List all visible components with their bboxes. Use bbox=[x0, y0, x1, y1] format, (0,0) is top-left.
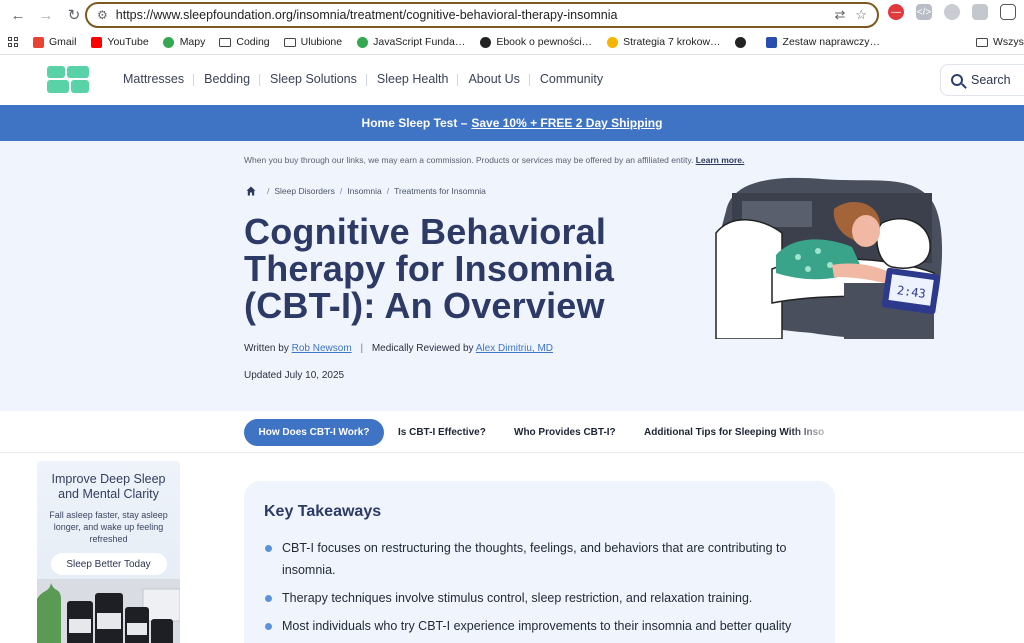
tab-how-does-cbti-work[interactable]: How Does CBT-I Work? bbox=[244, 419, 384, 446]
maps-icon bbox=[163, 36, 175, 48]
bookmark-label: Mapy bbox=[179, 36, 206, 48]
nav-mattresses[interactable]: Mattresses bbox=[123, 72, 204, 86]
youtube-icon bbox=[90, 36, 102, 48]
page-title: Cognitive Behavioral Therapy for Insomni… bbox=[244, 211, 615, 326]
breadcrumb: / Sleep Disorders / Insomnia / Treatment… bbox=[246, 186, 486, 196]
article-content: Improve Deep Sleep and Mental Clarity Fa… bbox=[0, 453, 1024, 643]
nav-community[interactable]: Community bbox=[540, 72, 623, 86]
key-takeaways-list: CBT-I focuses on restructuring the thoug… bbox=[264, 537, 815, 637]
bookmark-item[interactable]: Coding bbox=[219, 36, 270, 48]
main-nav: Mattresses Bedding Sleep Solutions Sleep… bbox=[123, 72, 623, 86]
ad-subtitle: Fall asleep faster, stay asleep longer, … bbox=[49, 510, 168, 544]
extensions-area: — </> bbox=[888, 4, 1016, 20]
promo-banner: Home Sleep Test – Save 10% + FREE 2 Day … bbox=[0, 105, 1024, 141]
nav-bedding[interactable]: Bedding bbox=[204, 72, 270, 86]
folder-icon bbox=[976, 37, 988, 47]
promo-link[interactable]: Save 10% + FREE 2 Day Shipping bbox=[471, 116, 662, 130]
key-takeaways-box: Key Takeaways CBT-I focuses on restructu… bbox=[244, 481, 835, 643]
bookmark-item[interactable]: YouTube bbox=[90, 36, 149, 48]
bookmark-star-icon[interactable]: ☆ bbox=[855, 7, 867, 23]
list-item: CBT-I focuses on restructuring the thoug… bbox=[264, 537, 815, 581]
tab-who-provides-cbti[interactable]: Who Provides CBT-I? bbox=[514, 427, 616, 438]
reviewer-link[interactable]: Alex Dimitriu, MD bbox=[476, 343, 553, 354]
bookmark-label: Zestaw naprawczy… bbox=[782, 36, 880, 48]
folder-icon bbox=[283, 37, 296, 48]
extension-code-icon[interactable]: </> bbox=[916, 4, 932, 20]
sidebar-ad[interactable]: Improve Deep Sleep and Mental Clarity Fa… bbox=[37, 461, 180, 643]
bookmark-label: Strategia 7 krokow… bbox=[623, 36, 721, 48]
home-icon[interactable] bbox=[246, 186, 256, 196]
back-arrow-icon[interactable]: ← bbox=[6, 3, 30, 27]
translate-icon[interactable]: ⇄ bbox=[834, 7, 845, 23]
bookmark-label: Gmail bbox=[49, 36, 77, 48]
breadcrumb-sleep-disorders[interactable]: Sleep Disorders bbox=[274, 186, 334, 196]
extension-camera-icon[interactable] bbox=[972, 4, 988, 20]
sleeping-woman-illustration: 2:43 bbox=[715, 177, 943, 339]
byline: Written by Rob Newsom | Medically Review… bbox=[244, 343, 554, 354]
folder-icon bbox=[219, 37, 232, 48]
bookmark-item[interactable]: JavaScript Funda… bbox=[356, 36, 465, 48]
supplement-bottles-image bbox=[37, 579, 180, 643]
author-link[interactable]: Rob Newsom bbox=[292, 343, 352, 354]
nav-sleep-solutions[interactable]: Sleep Solutions bbox=[270, 72, 377, 86]
openai-icon bbox=[735, 36, 747, 48]
extensions-puzzle-icon[interactable] bbox=[1000, 4, 1016, 20]
breadcrumb-insomnia[interactable]: Insomnia bbox=[347, 186, 382, 196]
bookmark-label: Coding bbox=[236, 36, 270, 48]
reload-icon[interactable]: ↻ bbox=[62, 3, 86, 27]
site-info-icon[interactable]: ⚙ bbox=[97, 8, 108, 22]
sleep-better-button[interactable]: Sleep Better Today bbox=[50, 553, 167, 575]
list-item: Most individuals who try CBT-I experienc… bbox=[264, 615, 815, 637]
affiliate-disclosure: When you buy through our links, we may e… bbox=[244, 155, 745, 165]
updated-date: Updated July 10, 2025 bbox=[244, 370, 345, 381]
bookmark-label: Ebook o pewności… bbox=[496, 36, 593, 48]
ad-title: Improve Deep Sleep and Mental Clarity bbox=[51, 472, 166, 501]
section-tabs: How Does CBT-I Work? Is CBT-I Effective?… bbox=[0, 411, 1024, 453]
coin-icon bbox=[606, 36, 618, 48]
bookmark-item[interactable]: Gmail bbox=[32, 36, 76, 48]
apps-grid-icon[interactable] bbox=[8, 37, 18, 47]
bookmark-label: JavaScript Funda… bbox=[373, 36, 466, 48]
search-icon bbox=[951, 74, 963, 86]
key-takeaways-heading: Key Takeaways bbox=[264, 503, 382, 520]
openai-icon bbox=[479, 36, 491, 48]
tab-is-cbti-effective[interactable]: Is CBT-I Effective? bbox=[398, 427, 486, 438]
extension-chat-icon[interactable] bbox=[944, 4, 960, 20]
bk-icon bbox=[766, 36, 778, 48]
bookmark-folder-all[interactable]: Wszystk bbox=[976, 36, 1024, 48]
breadcrumb-treatments[interactable]: Treatments for Insomnia bbox=[394, 186, 486, 196]
nav-about-us[interactable]: About Us bbox=[468, 72, 539, 86]
bookmark-item[interactable] bbox=[735, 36, 752, 48]
address-url[interactable]: https://www.sleepfoundation.org/insomnia… bbox=[116, 8, 825, 22]
bookmark-label: Ulubione bbox=[300, 36, 343, 48]
address-bar[interactable]: ⚙ https://www.sleepfoundation.org/insomn… bbox=[85, 2, 879, 28]
nav-sleep-health[interactable]: Sleep Health bbox=[377, 72, 469, 86]
bookmark-item[interactable]: Ebook o pewności… bbox=[479, 36, 592, 48]
bookmarks-bar: Gmail YouTube Mapy Coding Ulubione JavaScript… bbox=[0, 30, 1024, 55]
learn-more-link[interactable]: Learn more. bbox=[696, 155, 745, 165]
globe-icon bbox=[356, 36, 368, 48]
bookmark-item[interactable]: Mapy bbox=[163, 36, 206, 48]
gmail-icon bbox=[32, 36, 44, 48]
sleep-foundation-logo[interactable] bbox=[47, 66, 89, 94]
list-item: Therapy techniques involve stimulus cont… bbox=[264, 587, 815, 609]
browser-toolbar: ← → ↻ ⚙ https://www.sleepfoundation.org/… bbox=[0, 0, 1024, 30]
bookmark-item[interactable]: Strategia 7 krokow… bbox=[606, 36, 721, 48]
article-hero: When you buy through our links, we may e… bbox=[0, 141, 1024, 411]
bookmark-label: YouTube bbox=[107, 36, 149, 48]
search-button[interactable]: Search bbox=[940, 64, 1024, 96]
site-header: Mattresses Bedding Sleep Solutions Sleep… bbox=[0, 55, 1024, 105]
bookmark-item[interactable]: Ulubione bbox=[283, 36, 343, 48]
bookmark-item[interactable]: Zestaw naprawczy… bbox=[766, 36, 880, 48]
extension-red-icon[interactable]: — bbox=[888, 4, 904, 20]
forward-arrow-icon[interactable]: → bbox=[34, 3, 58, 27]
